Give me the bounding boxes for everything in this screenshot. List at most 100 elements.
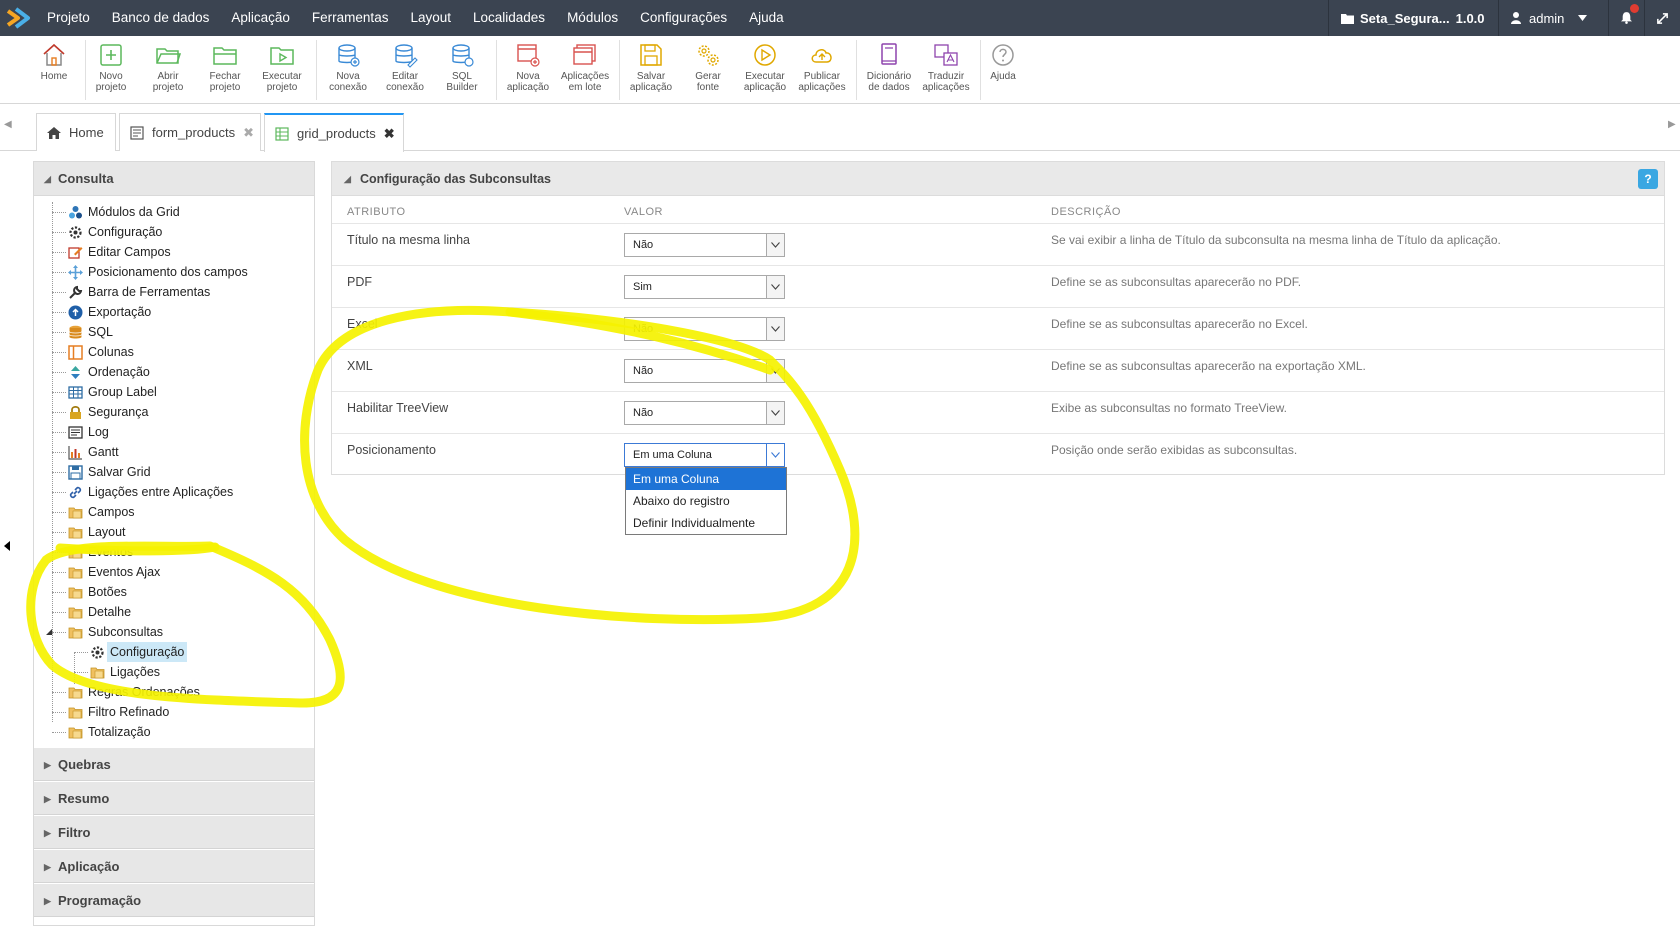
modules-icon (69, 206, 82, 219)
caret-right-icon: ▶ (44, 794, 51, 804)
tree-item-gantt[interactable]: Gantt (34, 442, 314, 462)
user-menu[interactable]: admin (1498, 0, 1608, 36)
menu-layout[interactable]: Layout (399, 0, 462, 36)
tree-item-barra-de-ferramentas[interactable]: Barra de Ferramentas (34, 282, 314, 302)
toolbar-new-application-button[interactable]: Nova aplicação (499, 42, 557, 93)
tree-item-sql[interactable]: SQL (34, 322, 314, 342)
tree-item-botoes[interactable]: Botões (34, 582, 314, 602)
toolbar-generate-source-button[interactable]: Gerar fonte (679, 42, 737, 93)
toolbar-edit-connection-button[interactable]: Editar conexão (376, 42, 434, 93)
tree-item-eventos-ajax[interactable]: Eventos Ajax (34, 562, 314, 582)
chevron-down-icon (1578, 15, 1588, 21)
excel-select[interactable]: Não (624, 317, 785, 341)
database-add-icon (338, 44, 360, 67)
toolbar-publish-applications-button[interactable]: Publicar aplicações (793, 42, 851, 93)
tree-item-seguranca[interactable]: Segurança (34, 402, 314, 422)
pdf-select[interactable]: Sim (624, 275, 785, 299)
sidebar-section-resumo[interactable]: ▶ Resumo (34, 781, 314, 815)
tree-item-editar-campos[interactable]: Editar Campos (34, 242, 314, 262)
tree-item-subconsultas-configuracao[interactable]: Configuração (34, 642, 314, 662)
caret-right-icon: ▶ (44, 896, 51, 906)
tab-scroll-left-icon[interactable]: ◀ (4, 119, 12, 130)
tree-item-ordenacao[interactable]: Ordenação (34, 362, 314, 382)
tree-item-colunas[interactable]: Colunas (34, 342, 314, 362)
menu-configuracoes[interactable]: Configurações (629, 0, 738, 36)
folder-icon (68, 527, 83, 539)
dropdown-option-em-uma-coluna[interactable]: Em uma Coluna (626, 468, 786, 490)
help-button[interactable]: ? (1638, 169, 1658, 189)
toolbar-save-application-button[interactable]: Salvar aplicação (622, 42, 680, 93)
tree-item-exportacao[interactable]: Exportação (34, 302, 314, 322)
toolbar-batch-applications-button[interactable]: Aplicações em lote (556, 42, 614, 93)
menu-projeto[interactable]: Projeto (36, 0, 101, 36)
menu-localidades[interactable]: Localidades (462, 0, 556, 36)
sidebar-section-filtro[interactable]: ▶ Filtro (34, 815, 314, 849)
toolbar-translate-applications-button[interactable]: Traduzir aplicações (917, 42, 975, 93)
collapse-left-icon[interactable] (4, 541, 10, 551)
project-selector[interactable]: Seta_Segura... 1.0.0 (1328, 0, 1498, 36)
toolbar-data-dictionary-button[interactable]: Dicionário de dados (860, 42, 918, 93)
toolbar-new-connection-button[interactable]: Nova conexão (319, 42, 377, 93)
tree-item-detalhe[interactable]: Detalhe (34, 602, 314, 622)
xml-select[interactable]: Não (624, 359, 785, 383)
posicionamento-select[interactable]: Em uma Coluna (624, 443, 785, 467)
tree-item-filtro-refinado[interactable]: Filtro Refinado (34, 702, 314, 722)
toolbar-sql-builder-button[interactable]: SQL Builder (433, 42, 491, 93)
tree-item-salvar-grid[interactable]: Salvar Grid (34, 462, 314, 482)
toolbar-open-project-button[interactable]: Abrir projeto (139, 42, 197, 93)
tab-scroll-right-icon[interactable]: ▶ (1668, 119, 1676, 130)
tree-item-posicionamento-dos-campos[interactable]: Posicionamento dos campos (34, 262, 314, 282)
fullscreen-button[interactable] (1644, 0, 1680, 36)
sidebar-section-quebras[interactable]: ▶ Quebras (34, 747, 314, 781)
chevron-down-icon (766, 318, 784, 340)
tree-item-group-label[interactable]: Group Label (34, 382, 314, 402)
menu-ajuda[interactable]: Ajuda (738, 0, 795, 36)
tree-item-modulos-da-grid[interactable]: Módulos da Grid (34, 202, 314, 222)
toolbar-run-application-button[interactable]: Executar aplicação (736, 42, 794, 93)
tree-item-totalizacao[interactable]: Totalização (34, 722, 314, 742)
tree-item-log[interactable]: Log (34, 422, 314, 442)
sidebar-section-aplicacao[interactable]: ▶ Aplicação (34, 849, 314, 883)
panel-title: Configuração das Subconsultas (360, 172, 552, 186)
menu-banco-de-dados[interactable]: Banco de dados (101, 0, 221, 36)
scriptcase-logo-icon[interactable] (4, 3, 32, 33)
tree-expanded-icon[interactable]: ◢ (46, 622, 52, 642)
close-icon[interactable]: ✖ (243, 125, 254, 141)
tab-form-products[interactable]: form_products ✖ (119, 113, 261, 151)
menu-modulos[interactable]: Módulos (556, 0, 629, 36)
dropdown-option-abaixo-do-registro[interactable]: Abaixo do registro (626, 490, 786, 512)
toolbar-run-project-button[interactable]: Executar projeto (253, 42, 311, 93)
sidebar-collapse-strip[interactable] (0, 151, 16, 936)
tab-label: form_products (152, 125, 236, 140)
tab-grid-products[interactable]: grid_products ✖ (264, 113, 404, 152)
close-icon[interactable]: ✖ (384, 126, 395, 142)
save-grid-icon (68, 465, 83, 480)
treeview-select[interactable]: Não (624, 401, 785, 425)
user-icon (1511, 12, 1521, 24)
tree-item-layout[interactable]: Layout (34, 522, 314, 542)
tab-home[interactable]: Home (36, 113, 116, 151)
dropdown-option-definir-individualmente[interactable]: Definir Individualmente (626, 512, 786, 534)
tree-item-regras-ordenacoes[interactable]: Regras Ordenações (34, 682, 314, 702)
sidebar-section-consulta[interactable]: ◢ Consulta (34, 162, 314, 196)
tree-item-eventos[interactable]: Eventos (34, 542, 314, 562)
toolbar-new-project-button[interactable]: Novo projeto (82, 42, 140, 93)
toolbar-help-button[interactable]: Ajuda (974, 42, 1032, 82)
tree-item-subconsultas[interactable]: ◢ Subconsultas (34, 622, 314, 642)
tree-item-ligacoes-entre-aplicacoes[interactable]: Ligações entre Aplicações (34, 482, 314, 502)
attribute-label: PDF (347, 275, 372, 289)
notifications-button[interactable] (1608, 0, 1644, 36)
tree-item-configuracao[interactable]: Configuração (34, 222, 314, 242)
menu-aplicacao[interactable]: Aplicação (220, 0, 301, 36)
menu-ferramentas[interactable]: Ferramentas (301, 0, 400, 36)
tree-item-campos[interactable]: Campos (34, 502, 314, 522)
toolbar-home-button[interactable]: Home (25, 42, 83, 82)
form-icon (130, 125, 144, 140)
panel-header[interactable]: ◢ Configuração das Subconsultas ? (332, 162, 1664, 196)
sidebar-section-programacao[interactable]: ▶ Programação (34, 883, 314, 917)
tree-item-subconsultas-ligacoes[interactable]: Ligações (34, 662, 314, 682)
toolbar-close-project-button[interactable]: Fechar projeto (196, 42, 254, 93)
translate-icon (934, 44, 958, 66)
attribute-label: Título na mesma linha (347, 233, 470, 247)
titulo-mesma-linha-select[interactable]: Não (624, 233, 785, 257)
